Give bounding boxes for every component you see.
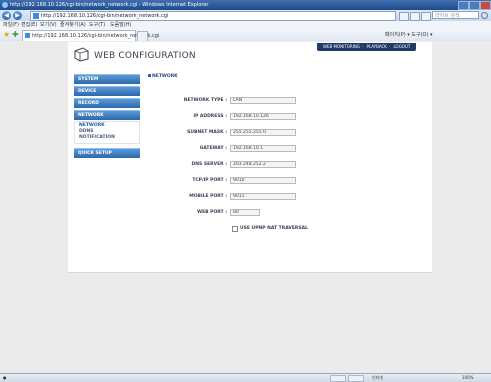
maximize-button[interactable] <box>469 1 480 10</box>
top-nav: WEB MONITORING · PLAYBACK · LOGOUT <box>317 43 417 51</box>
ie-icon <box>2 2 8 8</box>
network-type-input[interactable]: LAN <box>230 97 296 104</box>
sidebar-item-device[interactable]: DEVICE <box>74 86 140 96</box>
field-label: IP ADDRESS : <box>193 114 227 119</box>
field-network-type: NETWORK TYPE : LAN <box>148 96 418 105</box>
menu-file[interactable]: 파일(F) <box>3 21 19 29</box>
menu-help[interactable]: 도움말(H) <box>110 21 131 29</box>
network-submenu: NETWORK DDNS NOTIFICATION <box>74 121 140 144</box>
search-input[interactable]: 라이브 검색 <box>432 11 479 19</box>
compat-icon[interactable] <box>399 12 409 21</box>
field-label: GATEWAY : <box>199 146 227 151</box>
field-label: MOBILE PORT : <box>189 194 227 199</box>
subnet-mask-input[interactable]: 255.255.255.0 <box>230 129 296 136</box>
section-bullet-icon <box>148 74 151 77</box>
field-web-port: WEB PORT : 80 <box>148 208 418 217</box>
menu-view[interactable]: 보기(V) <box>40 21 57 29</box>
sidebar-item-system[interactable]: SYSTEM <box>74 74 140 84</box>
app-title: WEB CONFIGURATION <box>94 51 196 61</box>
field-gateway: GATEWAY : 192.168.10.1 <box>148 144 418 153</box>
upnp-checkbox[interactable] <box>232 226 238 232</box>
nav-web-monitoring[interactable]: WEB MONITORING <box>323 44 360 49</box>
minimize-button[interactable] <box>458 1 469 10</box>
close-button[interactable] <box>480 1 491 10</box>
url-text: http://192.168.10.126/cgi-bin/network_ne… <box>41 13 169 19</box>
app-header: WEB CONFIGURATION WEB MONITORING · PLAYBA… <box>68 42 432 72</box>
browser-tab[interactable]: http://192.168.10.126/cgi-bin/network_ne… <box>22 30 159 41</box>
tcpip-port-input[interactable]: 9010 <box>230 177 296 184</box>
field-label: DNS SERVER : <box>191 162 227 167</box>
config-panel: SYSTEM DEVICE RECORD NETWORK NETWORK DDN… <box>68 72 432 273</box>
sidebar-item-quick-setup[interactable]: QUICK SETUP <box>74 148 140 158</box>
ip-address-input[interactable]: 192.168.10.126 <box>230 113 296 120</box>
back-icon[interactable]: ◀ <box>2 11 11 20</box>
menu-favorites[interactable]: 즐겨찾기(A) <box>60 21 86 29</box>
field-label: SUBNET MASK : <box>187 130 227 135</box>
field-label: WEB PORT : <box>197 210 227 215</box>
web-port-input[interactable]: 80 <box>230 209 260 216</box>
field-mobile-port: MOBILE PORT : 9011 <box>148 192 418 201</box>
sidebar-subitem-notification[interactable]: NOTIFICATION <box>75 135 139 141</box>
section-title-text: NETWORK <box>152 74 178 79</box>
gateway-input[interactable]: 192.168.10.1 <box>230 145 296 152</box>
command-bar-tools[interactable]: 페이지(P) ▾ 도구(O) ▾ <box>385 29 433 41</box>
stop-icon[interactable] <box>421 12 431 21</box>
section-title: NETWORK <box>148 74 178 79</box>
field-tcpip-port: TCP/IP PORT : 9010 <box>148 176 418 185</box>
window-title-bar: http://192.168.10.126/cgi-bin/network_ne… <box>0 0 491 10</box>
field-label: TCP/IP PORT : <box>192 178 227 183</box>
field-label: NETWORK TYPE : <box>183 98 227 103</box>
refresh-icon[interactable] <box>410 12 420 21</box>
nav-logout[interactable]: LOGOUT <box>393 44 410 49</box>
sidebar-item-network[interactable]: NETWORK <box>74 110 140 120</box>
dns-server-input[interactable]: 203.248.252.2 <box>230 161 296 168</box>
field-ip-address: IP ADDRESS : 192.168.10.126 <box>148 112 418 121</box>
menu-tools[interactable]: 도구(T) <box>89 21 105 29</box>
mobile-port-input[interactable]: 9011 <box>230 193 296 200</box>
tab-favicon-icon <box>25 33 30 38</box>
field-subnet-mask: SUBNET MASK : 255.255.255.0 <box>148 128 418 137</box>
favorites-star-icon[interactable]: ★ <box>3 31 10 39</box>
field-dns-server: DNS SERVER : 203.248.252.2 <box>148 160 418 169</box>
field-upnp: USE UPNP NAT TRAVERSAL <box>148 224 418 233</box>
add-favorites-icon[interactable]: ✚ <box>12 31 19 39</box>
menu-edit[interactable]: 편집(E) <box>21 21 37 29</box>
search-icon[interactable] <box>481 12 488 19</box>
sidebar: SYSTEM DEVICE RECORD NETWORK NETWORK DDN… <box>74 74 140 160</box>
camera-logo-icon <box>74 47 89 62</box>
forward-icon[interactable]: ▶ <box>13 11 22 20</box>
url-input[interactable]: http://192.168.10.126/cgi-bin/network_ne… <box>30 11 396 21</box>
window-title: http://192.168.10.126/cgi-bin/network_ne… <box>10 2 209 8</box>
address-bar: ◀ ▶ http://192.168.10.126/cgi-bin/networ… <box>0 10 491 21</box>
nav-playback[interactable]: PLAYBACK <box>366 44 386 49</box>
sidebar-item-record[interactable]: RECORD <box>74 98 140 108</box>
upnp-label: USE UPNP NAT TRAVERSAL <box>240 226 308 231</box>
page-favicon-icon <box>33 13 39 19</box>
